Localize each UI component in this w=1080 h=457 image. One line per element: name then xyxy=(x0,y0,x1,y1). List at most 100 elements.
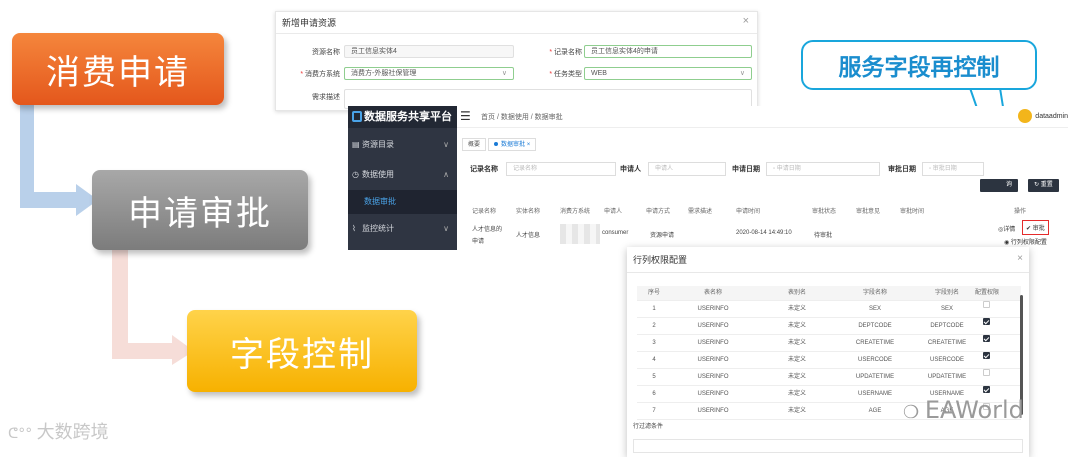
consumer-system-select[interactable]: 消费方-外服社保管理 ∨ xyxy=(344,67,514,80)
cell-field: USERNAME xyxy=(857,391,892,397)
right-watermark: ❍ EAWorld xyxy=(903,396,1024,424)
menu-icon[interactable]: ☰ xyxy=(460,109,471,123)
cell-table: USERINFO xyxy=(697,357,729,363)
permission-checkbox[interactable] xyxy=(983,301,990,308)
cube-logo-icon xyxy=(352,111,362,122)
consumer-system-label: * 消费方系统 xyxy=(300,71,340,78)
cell-field-alias: DEPTCODE xyxy=(930,323,964,329)
cell-status: 待审批 xyxy=(814,233,833,239)
flow-step-consume-apply: 消费申请 xyxy=(12,33,224,105)
col-header: 表名称 xyxy=(703,290,722,296)
close-icon[interactable]: × xyxy=(1017,253,1023,264)
filter-applicant-input[interactable]: 申请人 xyxy=(648,162,726,176)
record-name-input[interactable]: 员工信息实体4的申请 xyxy=(584,45,752,58)
cell-field-alias: UPDATETIME xyxy=(927,374,967,380)
check-circle-icon: ✔ xyxy=(1026,226,1033,232)
permission-checkbox[interactable] xyxy=(983,352,990,359)
close-icon[interactable]: × xyxy=(527,142,531,148)
resource-name-value: 员工信息实体4 xyxy=(351,48,397,55)
filter-record-label: 记录名称 xyxy=(470,166,498,173)
table-row: 人才信息的 申请 人才信息 consumer 资源申请 2020-08-14 1… xyxy=(462,216,1066,250)
consumer-system-value: 消费方-外服社保管理 xyxy=(351,70,417,77)
cell-no: 5 xyxy=(652,374,656,380)
row-filter-input[interactable] xyxy=(633,439,1023,453)
tab-label: 数据审批 xyxy=(501,142,526,148)
user-menu[interactable]: dataadmin xyxy=(1018,109,1068,124)
col-header: 表别名 xyxy=(787,290,806,296)
filter-apply-date-input[interactable]: ▫ 申请日期 xyxy=(766,162,880,176)
chevron-down-icon: ∨ xyxy=(443,140,449,149)
username: dataadmin xyxy=(1035,112,1068,120)
col-header: 字段名称 xyxy=(862,290,887,296)
cell-alias: 未定义 xyxy=(787,323,806,329)
permission-checkbox[interactable] xyxy=(983,369,990,376)
col-header: 记录名称 xyxy=(472,209,497,215)
chevron-up-icon: ∧ xyxy=(443,170,449,179)
col-header: 消费方系统 xyxy=(560,209,591,215)
refresh-icon: ↻ xyxy=(1034,182,1041,188)
permission-checkbox[interactable] xyxy=(983,386,990,393)
cell-applicant: consumer xyxy=(602,230,629,236)
table-header-row: 序号 表名称 表别名 字段名称 字段别名 配置权限 xyxy=(637,286,1021,301)
cell-table: USERINFO xyxy=(697,374,729,380)
cell-field-alias: USERCODE xyxy=(929,357,964,363)
approve-button[interactable]: ✔ 审批 xyxy=(1022,220,1049,235)
cell-field: CREATETIME xyxy=(855,340,895,346)
cell-no: 7 xyxy=(652,408,656,414)
permission-checkbox[interactable] xyxy=(983,318,990,325)
cell-alias: 未定义 xyxy=(787,391,806,397)
sidebar-item-data-usage[interactable]: ◷ 数据使用 ∧ xyxy=(348,162,457,188)
resource-name-input[interactable]: 员工信息实体4 xyxy=(344,45,514,58)
filter-applicant-label: 申请人 xyxy=(620,166,641,173)
placeholder: 申请日期 xyxy=(776,166,801,172)
reset-label: 重置 xyxy=(1040,182,1053,188)
col-header: 配置权限 xyxy=(974,290,999,296)
query-button[interactable]: 询 xyxy=(980,179,1018,192)
sidebar-sub-data-approval[interactable]: 数据审批 xyxy=(348,190,457,214)
dialog-title: 行列权限配置 xyxy=(627,247,1029,273)
record-name-label: * 记录名称 xyxy=(549,49,582,56)
cell-no: 4 xyxy=(652,357,656,363)
wechat-logo-icon: ᕦ°° xyxy=(8,426,37,442)
consumer-system-label-text: 消费方系统 xyxy=(305,71,340,78)
wechat-bubble-icon: ❍ xyxy=(903,402,925,423)
row-filter-label: 行过滤条件 xyxy=(633,424,664,430)
cell-no: 1 xyxy=(652,306,656,312)
tab-data-approval[interactable]: 数据审批 × xyxy=(488,138,537,151)
col-header: 申请人 xyxy=(604,209,623,215)
filter-record-input[interactable]: 记录名称 xyxy=(506,162,616,176)
cell-alias: 未定义 xyxy=(787,340,806,346)
sidebar-item-resource-catalog[interactable]: ▤ 资源目录 ∨ xyxy=(348,132,457,158)
approve-label: 审批 xyxy=(1032,226,1045,232)
cell-alias: 未定义 xyxy=(787,306,806,312)
reset-button[interactable]: ↻ 重置 xyxy=(1028,179,1059,192)
cell-table: USERINFO xyxy=(697,323,729,329)
col-header: 申请时间 xyxy=(736,209,761,215)
col-header: 需求描述 xyxy=(688,209,713,215)
document-icon: ▤ xyxy=(352,140,360,149)
detail-label: 详情 xyxy=(1003,227,1016,233)
sidebar-item-monitoring[interactable]: ⌇ 监控统计 ∨ xyxy=(348,216,457,242)
row-column-permission-button[interactable]: ◉ 行列权限配置 xyxy=(1004,237,1047,246)
permission-checkbox[interactable] xyxy=(983,335,990,342)
table-row: 1 USERINFO 未定义 SEX SEX xyxy=(637,301,1021,318)
task-type-value: WEB xyxy=(591,70,607,77)
cell-no: 3 xyxy=(652,340,656,346)
cell-table: USERINFO xyxy=(697,391,729,397)
tab-overview[interactable]: 概要 xyxy=(462,138,487,151)
row-column-permission-dialog: 行列权限配置 × 序号 表名称 表别名 字段名称 字段别名 配置权限 1 USER… xyxy=(627,247,1029,457)
chevron-down-icon: ∨ xyxy=(501,70,507,77)
cell-field: AGE xyxy=(868,408,882,414)
task-type-label: * 任务类型 xyxy=(549,71,582,78)
cell-no: 6 xyxy=(652,391,656,397)
col-header: 审批时间 xyxy=(900,209,925,215)
filter-approve-date-input[interactable]: ▫ 审批日期 xyxy=(922,162,984,176)
callout-field-control: 服务字段再控制 xyxy=(801,40,1037,90)
flow-step-field-control: 字段控制 xyxy=(187,310,417,392)
detail-button[interactable]: ◎详情 xyxy=(998,224,1015,233)
close-icon[interactable]: × xyxy=(743,15,749,27)
col-header: 审批意见 xyxy=(856,209,881,215)
task-type-select[interactable]: WEB ∨ xyxy=(584,67,752,80)
col-header: 序号 xyxy=(647,290,660,296)
record-name-label-text: 记录名称 xyxy=(554,49,582,56)
